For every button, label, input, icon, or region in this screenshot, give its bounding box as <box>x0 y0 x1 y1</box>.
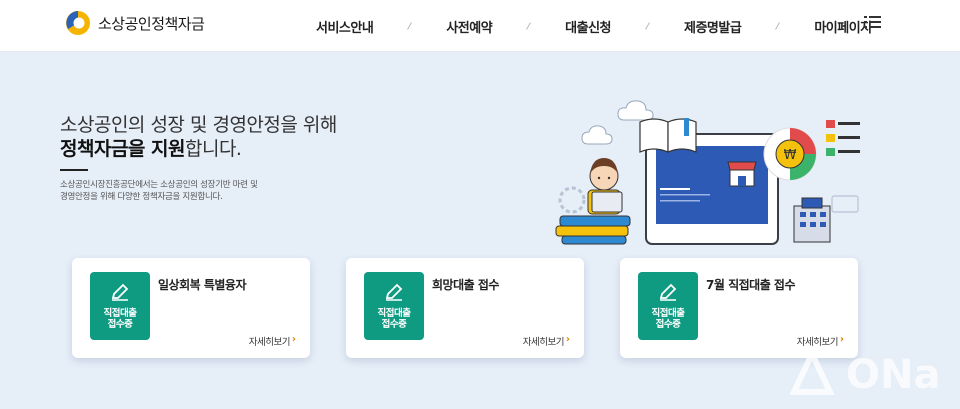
card-badge-text: 직접대출 접수중 <box>103 308 137 330</box>
hero-divider <box>60 169 88 171</box>
card-badge-text: 직접대출 접수중 <box>377 308 411 330</box>
card-badge: 직접대출 접수중 <box>638 272 698 340</box>
nav-loan-application[interactable]: 대출신청 <box>565 17 611 36</box>
nav-service-info[interactable]: 서비스안내 <box>316 17 374 36</box>
card-title: 일상회복 특별융자 <box>158 278 247 292</box>
watermark-logo: ONa <box>790 346 940 396</box>
books-stack-icon <box>555 215 631 245</box>
card-hope-loan[interactable]: 직접대출 접수중 희망대출 접수 자세히보기 › <box>346 258 584 358</box>
nav-separator <box>407 22 413 30</box>
building-icon <box>793 197 831 243</box>
hero-desc-line1: 소상공인시장진흥공단에서는 소상공인의 성장기반 마련 및 <box>60 180 258 190</box>
logo-icon <box>66 11 90 35</box>
nav-certificates[interactable]: 제증명발급 <box>684 17 742 36</box>
hero-title-rest: 합니다. <box>184 138 242 160</box>
pencil-icon <box>111 283 129 301</box>
card-badge: 직접대출 접수중 <box>364 272 424 340</box>
store-icon <box>727 161 757 187</box>
chevron-right-icon: › <box>291 334 296 345</box>
menu-list-icon[interactable] <box>864 14 884 30</box>
site-logo[interactable]: 소상공인정책자금 <box>62 9 205 37</box>
nav-separator <box>645 22 650 30</box>
card-more-link[interactable]: 자세히보기 <box>523 334 565 348</box>
nav-separator <box>526 22 532 30</box>
card-title: 희망대출 접수 <box>432 278 499 292</box>
hero-desc-line2: 경영안정을 위해 다양한 정책자금을 지원합니다. <box>60 192 223 202</box>
hero-title-line2: 정책자금을 지원합니다. <box>60 135 242 163</box>
logo-text: 소상공인정책자금 <box>98 14 205 33</box>
gear-icon <box>558 186 586 214</box>
svg-text:₩: ₩ <box>784 148 797 163</box>
watermark-text: ONa <box>846 352 940 396</box>
pencil-icon <box>659 283 677 301</box>
card-july-direct-loan[interactable]: 직접대출 접수중 7월 직접대출 접수 자세히보기 › <box>620 258 858 358</box>
hero-title-bold: 정책자금을 지원 <box>60 138 185 160</box>
pencil-icon <box>385 283 403 301</box>
hero-illustration: ₩ <box>555 100 860 245</box>
main-nav: 서비스안내 사전예약 대출신청 제증명발급 마이페이지 <box>300 0 872 52</box>
chevron-right-icon: › <box>839 334 844 345</box>
site-header: 소상공인정책자금 서비스안내 사전예약 대출신청 제증명발급 마이페이지 <box>0 0 960 52</box>
book-icon <box>639 118 697 153</box>
card-title: 7월 직접대출 접수 <box>706 278 796 292</box>
person-with-laptop-icon <box>587 158 623 215</box>
nav-separator <box>775 22 781 30</box>
chevron-right-icon: › <box>565 334 570 345</box>
card-badge-text: 직접대출 접수중 <box>651 308 685 330</box>
card-badge: 직접대출 접수중 <box>90 272 150 340</box>
card-daily-recovery-loan[interactable]: 직접대출 접수중 일상회복 특별융자 자세히보기 › <box>72 258 310 358</box>
list-icon <box>826 120 860 156</box>
card-more-link[interactable]: 자세히보기 <box>249 334 291 348</box>
hero-description: 소상공인시장진흥공단에서는 소상공인의 성장기반 마련 및 경영안정을 위해 다… <box>60 179 300 203</box>
coin-chart-icon: ₩ <box>763 127 817 181</box>
nav-pre-reservation[interactable]: 사전예약 <box>446 17 492 36</box>
